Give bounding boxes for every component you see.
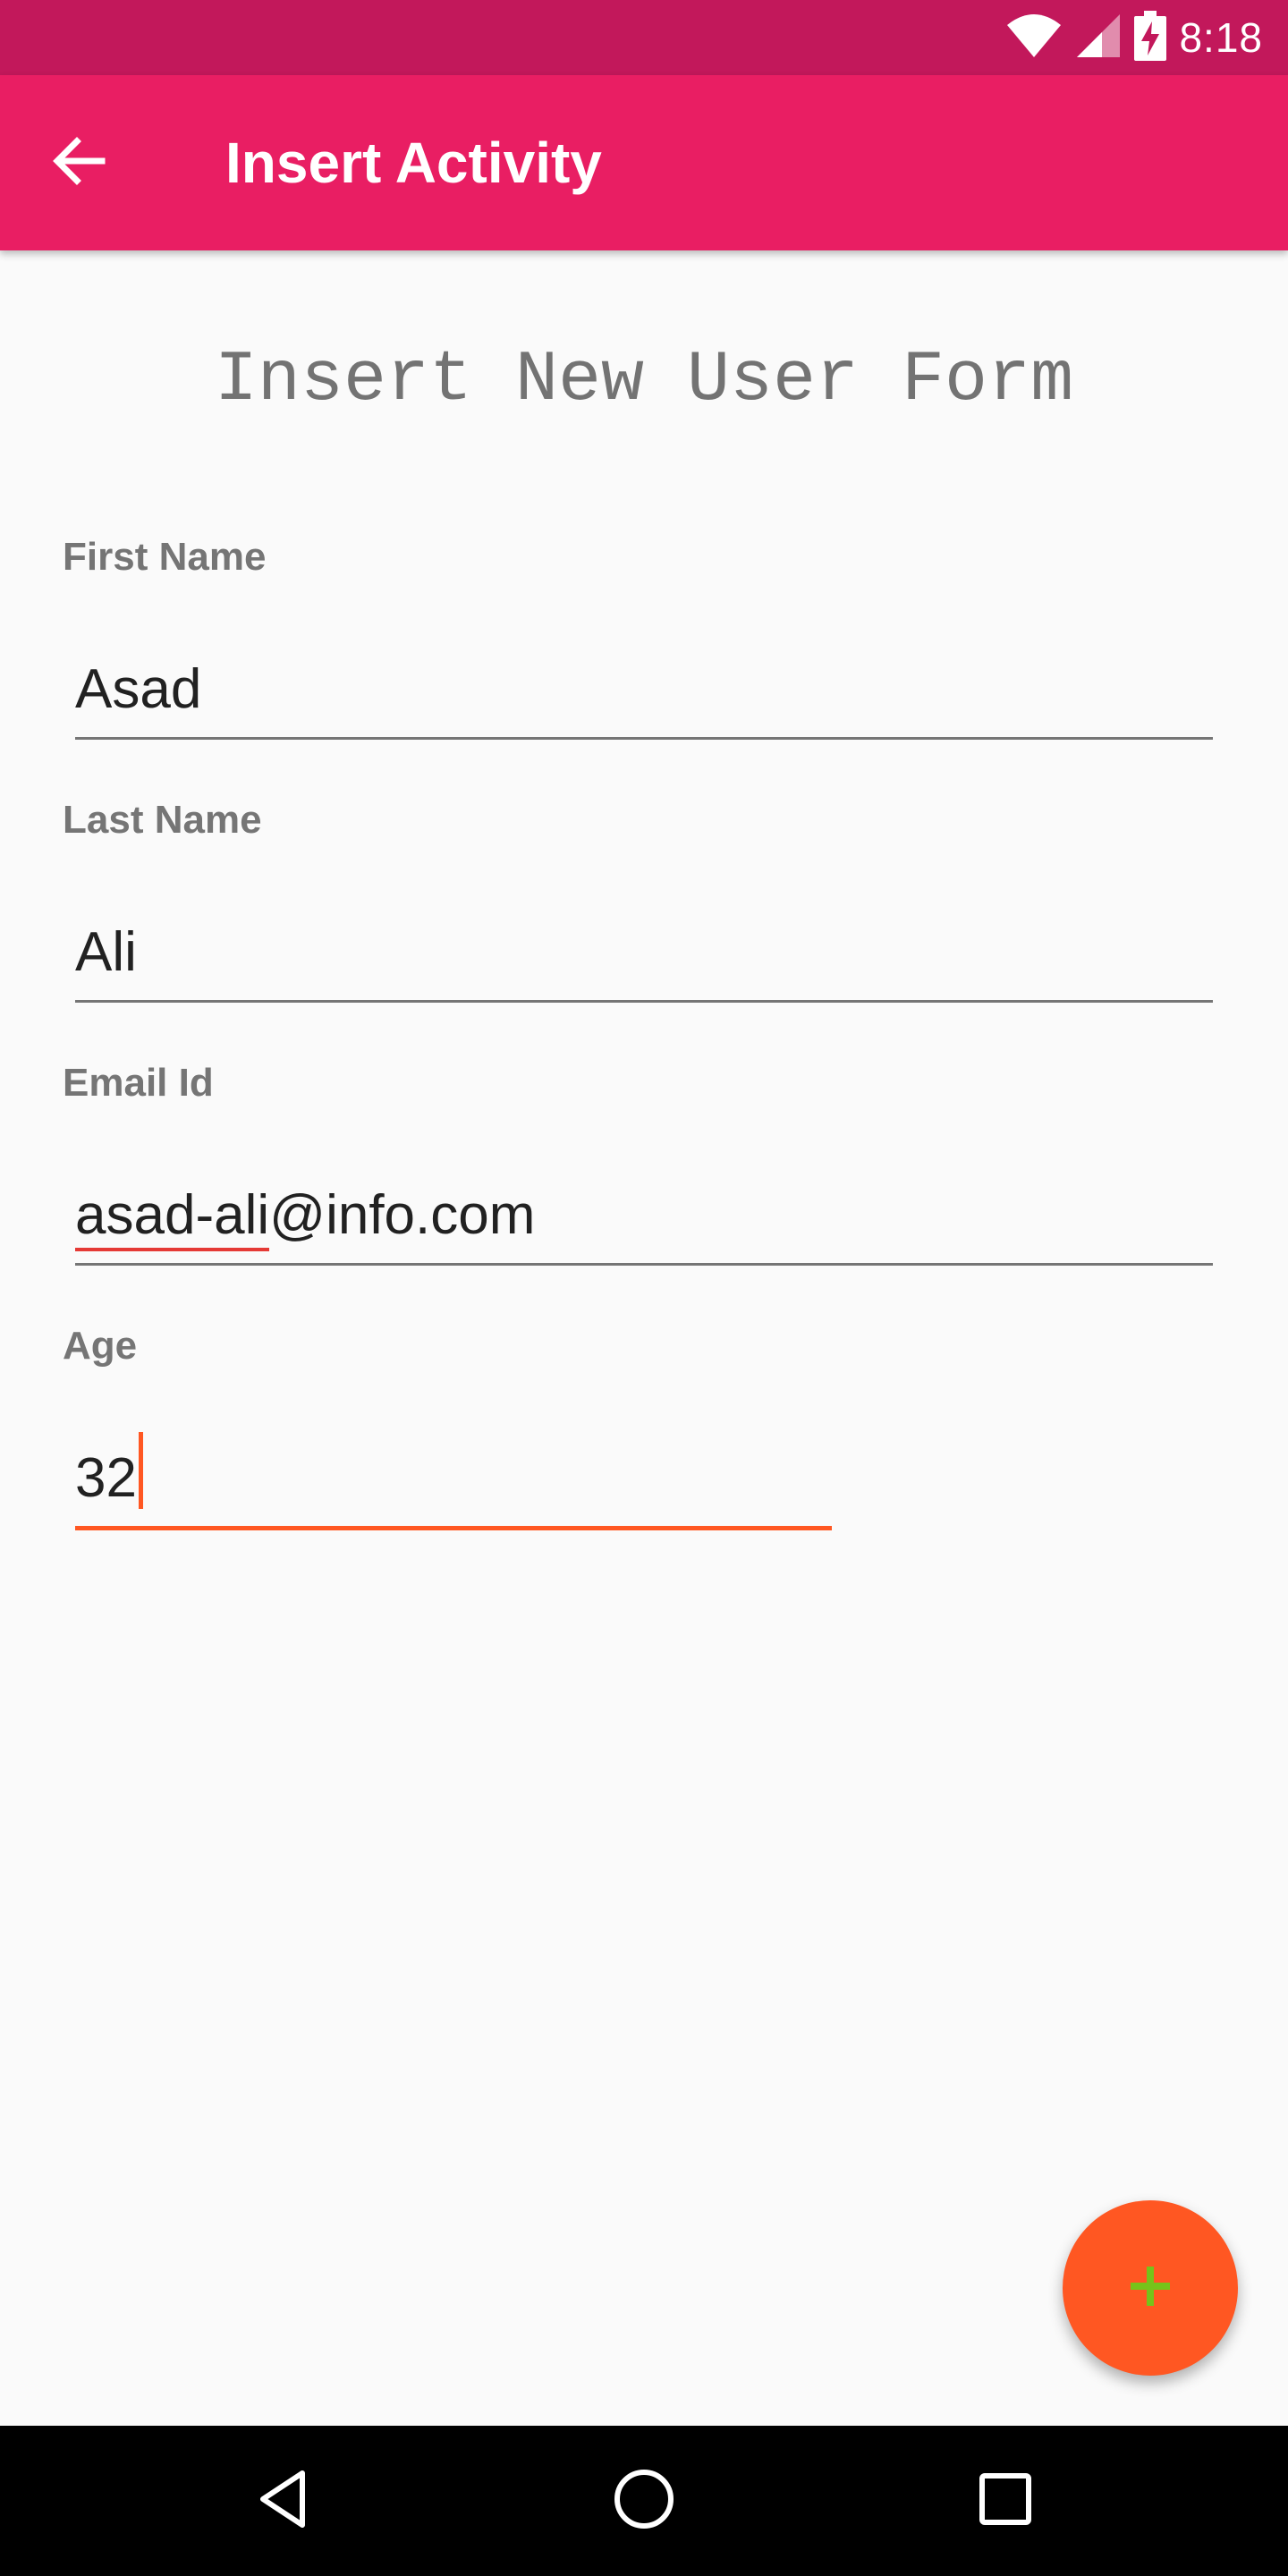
email-field[interactable]: asad-ali@info.com: [75, 1174, 1213, 1266]
email-value: asad-ali@info.com: [75, 1183, 536, 1251]
age-field[interactable]: 32: [75, 1432, 832, 1530]
form-heading: Insert New User Form: [214, 340, 1074, 421]
last-name-field[interactable]: Ali: [75, 911, 1213, 1003]
app-bar: Insert Activity: [0, 75, 1288, 250]
spellcheck-underline: asad-ali: [75, 1184, 270, 1251]
back-triangle-icon: [254, 2468, 311, 2535]
status-bar: 8:18: [0, 0, 1288, 75]
first-name-value: Asad: [75, 658, 202, 720]
arrow-back-icon: [50, 132, 107, 194]
nav-recents-button[interactable]: [961, 2456, 1050, 2546]
first-name-label: First Name: [63, 535, 267, 579]
add-button[interactable]: [1063, 2200, 1238, 2376]
email-label: Email Id: [63, 1061, 214, 1105]
cell-signal-icon: [1075, 13, 1122, 64]
home-circle-icon: [612, 2467, 676, 2536]
email-value-rest: @info.com: [269, 1184, 536, 1246]
last-name-value: Ali: [75, 921, 137, 983]
text-cursor: [138, 1432, 143, 1509]
wifi-icon: [1005, 13, 1063, 64]
nav-home-button[interactable]: [599, 2456, 689, 2546]
navigation-bar: [0, 2426, 1288, 2576]
recents-square-icon: [977, 2470, 1034, 2532]
back-button[interactable]: [36, 120, 122, 206]
plus-icon: [1129, 2265, 1172, 2312]
age-value: 32: [75, 1432, 143, 1510]
first-name-field[interactable]: Asad: [75, 648, 1213, 740]
age-label: Age: [63, 1324, 138, 1368]
age-value-text: 32: [75, 1447, 137, 1509]
nav-back-button[interactable]: [238, 2456, 327, 2546]
last-name-label: Last Name: [63, 798, 262, 842]
status-icons: 8:18: [1005, 0, 1263, 75]
status-time: 8:18: [1179, 14, 1263, 61]
page-title: Insert Activity: [225, 131, 602, 195]
battery-charging-icon: [1134, 10, 1167, 65]
